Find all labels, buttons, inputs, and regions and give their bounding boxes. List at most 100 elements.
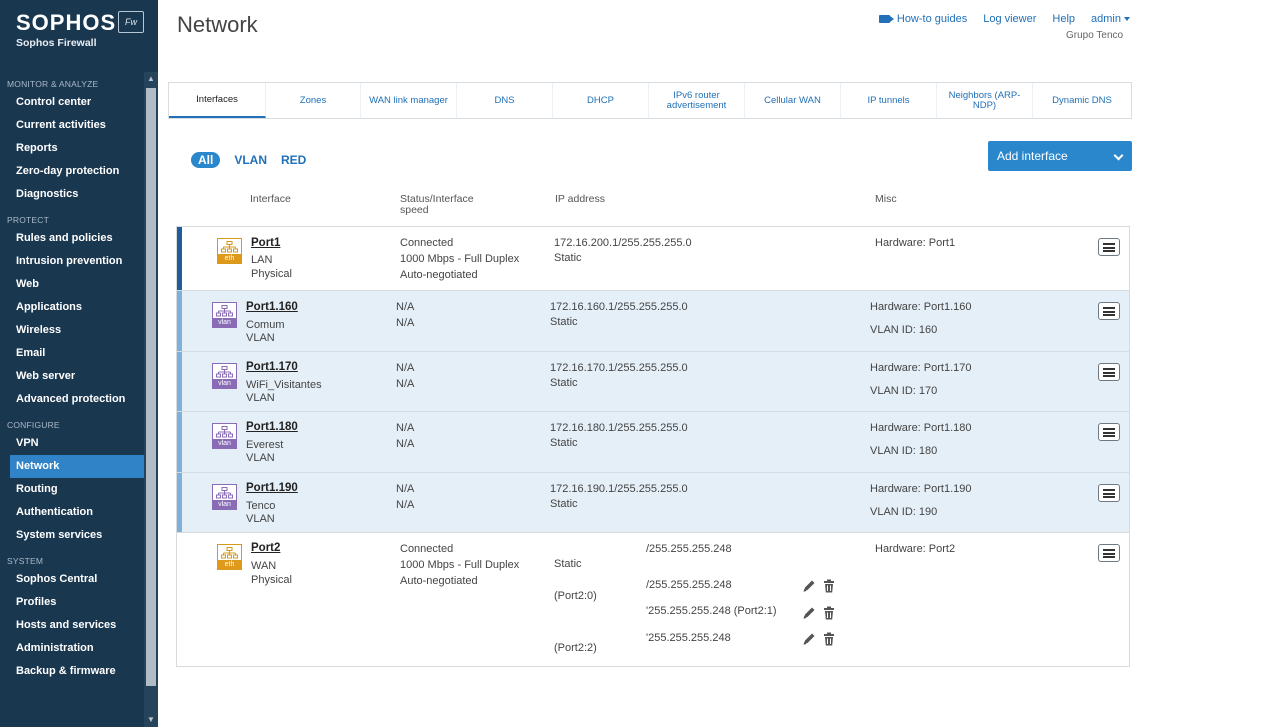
log-viewer-link[interactable]: Log viewer bbox=[983, 13, 1036, 25]
interface-link-port1[interactable]: Port1 bbox=[251, 237, 280, 249]
ethernet-icon: eth bbox=[217, 238, 242, 264]
sidebar-item-reports[interactable]: Reports bbox=[10, 137, 144, 160]
sidebar: SOPHOS Fw Sophos Firewall MONITOR & ANAL… bbox=[0, 0, 158, 727]
vlan-icon: vlan bbox=[212, 484, 237, 510]
row-menu-icon[interactable] bbox=[1098, 238, 1120, 256]
hardware-label: Hardware: Port1.170 bbox=[870, 362, 972, 374]
row-menu-icon[interactable] bbox=[1098, 423, 1120, 441]
how-to-guides-link[interactable]: How-to guides bbox=[878, 13, 967, 25]
hardware-label: Hardware: Port1.180 bbox=[870, 422, 972, 434]
sidebar-item-control-center[interactable]: Control center bbox=[10, 91, 144, 114]
edit-pencil-icon[interactable] bbox=[802, 579, 816, 593]
sidebar-item-web-server[interactable]: Web server bbox=[10, 365, 144, 388]
tab-dynamic-dns[interactable]: Dynamic DNS bbox=[1033, 83, 1131, 118]
tab-neighbors-arp-ndp[interactable]: Neighbors (ARP-NDP) bbox=[937, 83, 1033, 118]
interface-link-port1-190[interactable]: Port1.190 bbox=[246, 482, 298, 494]
sidebar-item-backup-firmware[interactable]: Backup & firmware bbox=[10, 660, 144, 683]
filter-red[interactable]: RED bbox=[281, 153, 306, 167]
row-selected-stripe bbox=[177, 227, 182, 290]
type-label: Physical bbox=[251, 574, 292, 586]
tab-interfaces[interactable]: Interfaces bbox=[169, 83, 266, 118]
type-label: VLAN bbox=[246, 452, 275, 464]
sidebar-item-administration[interactable]: Administration bbox=[10, 637, 144, 660]
sidebar-item-vpn[interactable]: VPN bbox=[10, 432, 144, 455]
ip-address: 172.16.160.1/255.255.255.0 bbox=[550, 301, 688, 313]
app-window: SOPHOS Fw Sophos Firewall MONITOR & ANAL… bbox=[0, 0, 1280, 727]
sidebar-item-authentication[interactable]: Authentication bbox=[10, 501, 144, 524]
speed-text: N/A bbox=[396, 317, 415, 329]
status-text: Connected bbox=[400, 543, 454, 555]
interface-link-port1-160[interactable]: Port1.160 bbox=[246, 301, 298, 313]
row-menu-icon[interactable] bbox=[1098, 484, 1120, 502]
sidebar-item-zero-day-protection[interactable]: Zero-day protection bbox=[10, 160, 144, 183]
sidebar-item-network[interactable]: Network bbox=[10, 455, 144, 478]
add-interface-button[interactable]: Add interface bbox=[988, 141, 1132, 171]
sidebar-scrollbar[interactable]: ▲ ▼ bbox=[144, 72, 158, 727]
table-row-port1-180: vlan Port1.180 Everest VLAN N/A N/A 172.… bbox=[177, 412, 1129, 473]
nav-section-heading: PROTECT bbox=[7, 215, 50, 225]
admin-menu[interactable]: admin bbox=[1091, 13, 1130, 25]
interface-link-port2[interactable]: Port2 bbox=[251, 542, 280, 554]
trash-icon[interactable] bbox=[822, 606, 836, 620]
row-menu-icon[interactable] bbox=[1098, 544, 1120, 562]
brand-subtitle: Sophos Firewall bbox=[16, 37, 97, 49]
tab-zones[interactable]: Zones bbox=[266, 83, 361, 118]
table-row-port1-170: vlan Port1.170 WiFi_Visitantes VLAN N/A … bbox=[177, 352, 1129, 412]
tab-dhcp[interactable]: DHCP bbox=[553, 83, 649, 118]
interface-link-port1-170[interactable]: Port1.170 bbox=[246, 361, 298, 373]
edit-pencil-icon[interactable] bbox=[802, 606, 816, 620]
ip-mode: Static bbox=[550, 316, 578, 328]
admin-label: admin bbox=[1091, 13, 1121, 25]
tab-cellular-wan[interactable]: Cellular WAN bbox=[745, 83, 841, 118]
column-ip-address: IP address bbox=[555, 193, 606, 205]
ip-mode: Static bbox=[554, 558, 582, 570]
sidebar-item-intrusion-prevention[interactable]: Intrusion prevention bbox=[10, 250, 144, 273]
filter-all[interactable]: All bbox=[191, 152, 221, 168]
scroll-down-icon[interactable]: ▼ bbox=[144, 713, 158, 727]
sidebar-item-wireless[interactable]: Wireless bbox=[10, 319, 144, 342]
sidebar-item-web[interactable]: Web bbox=[10, 273, 144, 296]
sidebar-item-hosts-and-services[interactable]: Hosts and services bbox=[10, 614, 144, 637]
tab-dns[interactable]: DNS bbox=[457, 83, 553, 118]
interface-link-port1-180[interactable]: Port1.180 bbox=[246, 421, 298, 433]
sidebar-item-rules-and-policies[interactable]: Rules and policies bbox=[10, 227, 144, 250]
sidebar-item-email[interactable]: Email bbox=[10, 342, 144, 365]
tab-ip-tunnels[interactable]: IP tunnels bbox=[841, 83, 937, 118]
speed-text: 1000 Mbps - Full Duplex bbox=[400, 559, 520, 571]
top-links: How-to guides Log viewer Help admin bbox=[878, 13, 1130, 25]
organization-name: Grupo Tenco bbox=[1066, 30, 1124, 41]
filter-vlan[interactable]: VLAN bbox=[234, 153, 267, 167]
vlan-id-label: VLAN ID: 170 bbox=[870, 385, 938, 397]
scroll-up-icon[interactable]: ▲ bbox=[144, 72, 158, 86]
scroll-thumb[interactable] bbox=[146, 88, 156, 686]
nav-section-heading: MONITOR & ANALYZE bbox=[7, 79, 99, 89]
help-link[interactable]: Help bbox=[1052, 13, 1075, 25]
sidebar-item-applications[interactable]: Applications bbox=[10, 296, 144, 319]
tab-wan-link-manager[interactable]: WAN link manager bbox=[361, 83, 457, 118]
column-misc: Misc bbox=[875, 193, 897, 205]
alias-label: (Port2:2) bbox=[554, 642, 597, 654]
vlan-icon: vlan bbox=[212, 423, 237, 449]
sidebar-item-profiles[interactable]: Profiles bbox=[10, 591, 144, 614]
sidebar-item-advanced-protection[interactable]: Advanced protection bbox=[10, 388, 144, 411]
sidebar-item-system-services[interactable]: System services bbox=[10, 524, 144, 547]
row-menu-icon[interactable] bbox=[1098, 363, 1120, 381]
tab-ipv6-router-advertisement[interactable]: IPv6 router advertisement bbox=[649, 83, 745, 118]
table-row-port1-190: vlan Port1.190 Tenco VLAN N/A N/A 172.16… bbox=[177, 473, 1129, 533]
chevron-down-icon[interactable] bbox=[1113, 150, 1124, 161]
add-interface-label: Add interface bbox=[997, 149, 1068, 163]
vlan-tag: vlan bbox=[213, 379, 236, 388]
sidebar-item-diagnostics[interactable]: Diagnostics bbox=[10, 183, 144, 206]
vlan-id-label: VLAN ID: 180 bbox=[870, 445, 938, 457]
column-status: Status/Interface speed bbox=[400, 193, 474, 216]
ip-mode: Static bbox=[554, 252, 582, 264]
trash-icon[interactable] bbox=[822, 632, 836, 646]
sidebar-item-current-activities[interactable]: Current activities bbox=[10, 114, 144, 137]
nav-section-heading: SYSTEM bbox=[7, 556, 44, 566]
sidebar-item-sophos-central[interactable]: Sophos Central bbox=[10, 568, 144, 591]
edit-pencil-icon[interactable] bbox=[802, 632, 816, 646]
speed-text: N/A bbox=[396, 378, 415, 390]
row-menu-icon[interactable] bbox=[1098, 302, 1120, 320]
sidebar-item-routing[interactable]: Routing bbox=[10, 478, 144, 501]
trash-icon[interactable] bbox=[822, 579, 836, 593]
